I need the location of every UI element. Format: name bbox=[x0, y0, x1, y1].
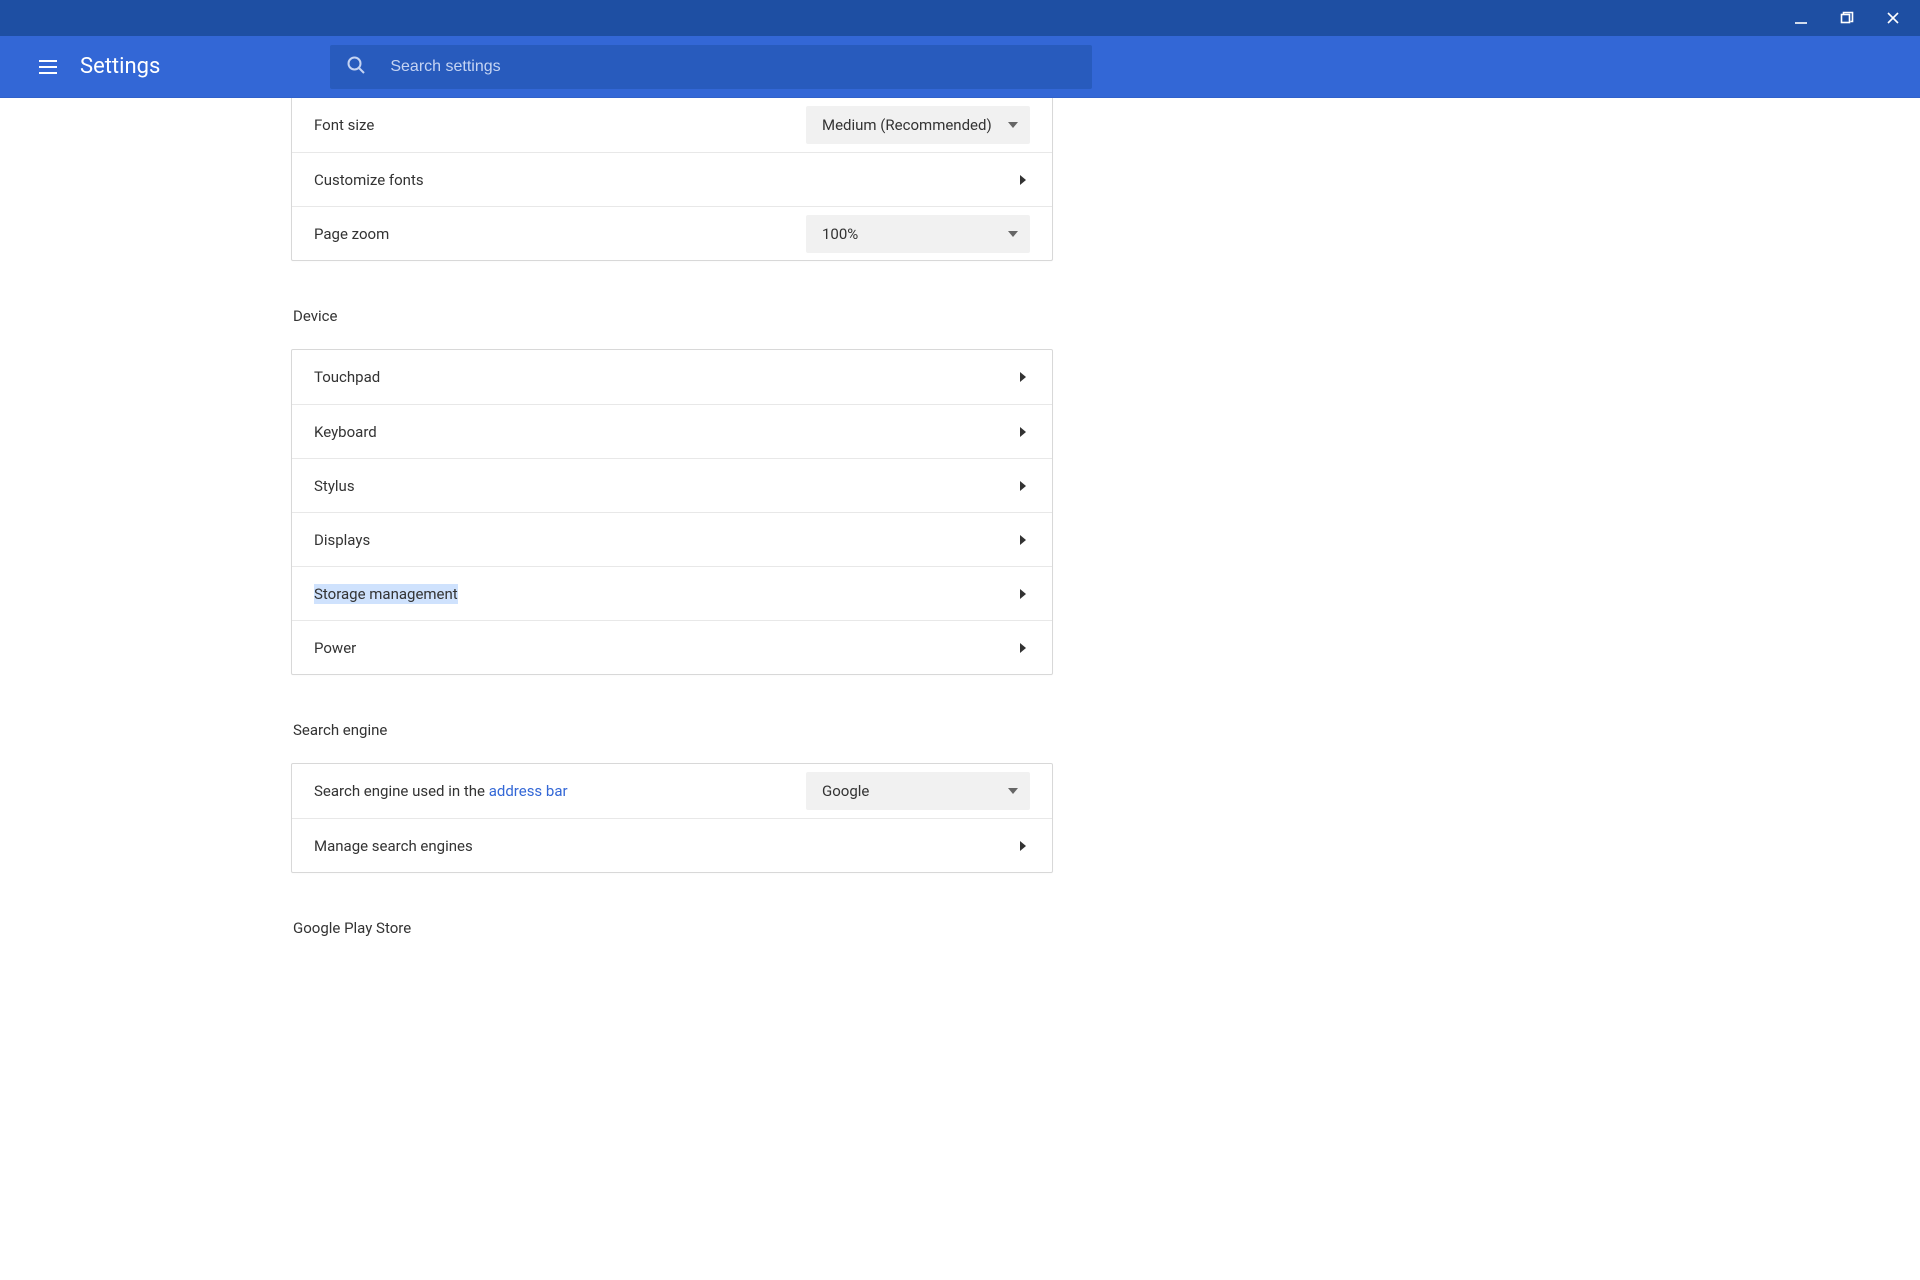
touchpad-row[interactable]: Touchpad bbox=[292, 350, 1052, 404]
chevron-right-icon bbox=[1020, 481, 1026, 491]
chevron-right-icon bbox=[1020, 841, 1026, 851]
search-engine-prefix: Search engine used in the bbox=[314, 782, 489, 800]
stylus-row[interactable]: Stylus bbox=[292, 458, 1052, 512]
page-zoom-row[interactable]: Page zoom 100% bbox=[292, 206, 1052, 260]
customize-fonts-row[interactable]: Customize fonts bbox=[292, 152, 1052, 206]
page-zoom-label: Page zoom bbox=[314, 225, 389, 243]
stylus-label: Stylus bbox=[314, 477, 355, 495]
touchpad-label: Touchpad bbox=[314, 368, 380, 386]
search-engine-row[interactable]: Search engine used in the address bar Go… bbox=[292, 764, 1052, 818]
storage-label: Storage management bbox=[314, 585, 458, 603]
displays-label: Displays bbox=[314, 531, 370, 549]
caret-down-icon bbox=[1008, 122, 1018, 128]
appearance-card: Font size Medium (Recommended) Customize… bbox=[291, 98, 1053, 261]
content-scroll[interactable]: Font size Medium (Recommended) Customize… bbox=[0, 98, 1920, 1280]
minimize-button[interactable] bbox=[1778, 0, 1824, 36]
font-size-label: Font size bbox=[314, 116, 374, 134]
caret-down-icon bbox=[1008, 788, 1018, 794]
manage-search-engines-row[interactable]: Manage search engines bbox=[292, 818, 1052, 872]
maximize-button[interactable] bbox=[1824, 0, 1870, 36]
font-size-value: Medium (Recommended) bbox=[822, 116, 992, 134]
caret-down-icon bbox=[1008, 231, 1018, 237]
power-label: Power bbox=[314, 639, 356, 657]
customize-fonts-label: Customize fonts bbox=[314, 171, 424, 189]
search-icon bbox=[346, 55, 366, 79]
displays-row[interactable]: Displays bbox=[292, 512, 1052, 566]
search-engine-value: Google bbox=[822, 782, 869, 800]
app-header: Settings bbox=[0, 36, 1920, 98]
search-engine-dropdown[interactable]: Google bbox=[806, 772, 1030, 810]
storage-row[interactable]: Storage management bbox=[292, 566, 1052, 620]
close-button[interactable] bbox=[1870, 0, 1916, 36]
search-engine-card: Search engine used in the address bar Go… bbox=[291, 763, 1053, 873]
device-section-title: Device bbox=[291, 307, 1053, 325]
search-bar[interactable] bbox=[330, 45, 1092, 89]
chevron-right-icon bbox=[1020, 372, 1026, 382]
keyboard-row[interactable]: Keyboard bbox=[292, 404, 1052, 458]
chevron-right-icon bbox=[1020, 427, 1026, 437]
chevron-right-icon bbox=[1020, 589, 1026, 599]
manage-search-engines-label: Manage search engines bbox=[314, 837, 473, 855]
window-titlebar bbox=[0, 0, 1920, 36]
play-store-section-title: Google Play Store bbox=[291, 919, 1053, 937]
page-zoom-value: 100% bbox=[822, 225, 858, 243]
chevron-right-icon bbox=[1020, 643, 1026, 653]
chevron-right-icon bbox=[1020, 535, 1026, 545]
search-input[interactable] bbox=[390, 58, 1076, 76]
page-title: Settings bbox=[80, 54, 160, 79]
chevron-right-icon bbox=[1020, 175, 1026, 185]
device-card: Touchpad Keyboard Stylus Displays Storag… bbox=[291, 349, 1053, 675]
menu-button[interactable] bbox=[24, 43, 72, 91]
search-engine-section-title: Search engine bbox=[291, 721, 1053, 739]
font-size-dropdown[interactable]: Medium (Recommended) bbox=[806, 106, 1030, 144]
power-row[interactable]: Power bbox=[292, 620, 1052, 674]
keyboard-label: Keyboard bbox=[314, 423, 377, 441]
search-engine-label: Search engine used in the address bar bbox=[314, 782, 568, 800]
page-zoom-dropdown[interactable]: 100% bbox=[806, 215, 1030, 253]
font-size-row[interactable]: Font size Medium (Recommended) bbox=[292, 98, 1052, 152]
address-bar-link[interactable]: address bar bbox=[489, 782, 568, 800]
